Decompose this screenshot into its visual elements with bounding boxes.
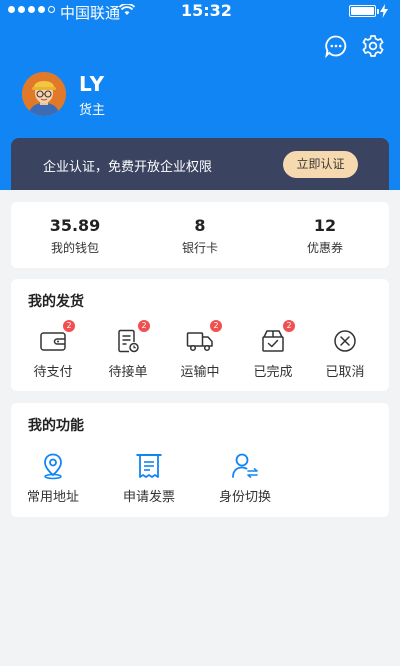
shipment-label: 运输中 xyxy=(180,365,220,380)
functions-title: 我的功能 xyxy=(28,418,84,434)
wallet-value: 35.89 xyxy=(49,216,101,235)
notification-badge: 2 xyxy=(210,320,222,332)
switch-user-icon xyxy=(232,453,258,478)
coupon-stat[interactable]: 12 优惠券 xyxy=(275,216,375,256)
settings-icon[interactable] xyxy=(361,34,385,58)
pending-payment-item[interactable]: 2 待支付 xyxy=(21,320,85,380)
shipments-title: 我的发货 xyxy=(28,294,84,310)
carrier-name: 中国联通 xyxy=(60,4,121,22)
clock: 15:32 xyxy=(181,1,232,20)
certification-text: 企业认证，免费开放企业权限 xyxy=(43,160,213,175)
bank-card-stat[interactable]: 8 银行卡 xyxy=(150,216,250,256)
truck-icon xyxy=(186,332,213,352)
notification-badge: 2 xyxy=(138,320,150,332)
box-check-icon xyxy=(262,330,284,352)
my-functions-card: 我的功能 常用地址 申请发票 身份切换 xyxy=(11,403,389,517)
wallet-label: 我的钱包 xyxy=(50,241,99,255)
wallet-summary-card: 35.89 我的钱包 8 银行卡 12 优惠券 xyxy=(11,202,389,268)
function-label: 常用地址 xyxy=(26,490,79,505)
bank-card-value: 8 xyxy=(194,216,206,235)
username: LY xyxy=(79,72,106,96)
cancelled-item[interactable]: 已取消 xyxy=(313,329,377,380)
shipment-label: 待接单 xyxy=(108,365,148,380)
request-invoice-item[interactable]: 申请发票 xyxy=(109,452,189,505)
notification-badge: 2 xyxy=(283,320,295,332)
signal-strength-icon xyxy=(8,6,55,13)
coupon-label: 优惠券 xyxy=(306,241,343,255)
shipment-label: 已取消 xyxy=(325,365,365,380)
location-pin-icon xyxy=(44,453,62,480)
user-role: 货主 xyxy=(79,103,106,118)
certify-now-button[interactable]: 立即认证 xyxy=(283,151,358,178)
shipment-label: 已完成 xyxy=(253,365,293,380)
order-list-icon xyxy=(118,329,139,353)
my-shipments-card: 我的发货 2 待支付 2 待接单 2 运输中 2 已完成 已取消 xyxy=(11,279,389,391)
certification-banner: 企业认证，免费开放企业权限 立即认证 xyxy=(11,138,389,190)
bank-card-label: 银行卡 xyxy=(181,241,218,255)
completed-item[interactable]: 2 已完成 xyxy=(241,320,305,380)
battery-icon xyxy=(349,5,379,17)
pending-accept-item[interactable]: 2 待接单 xyxy=(96,320,160,380)
message-icon[interactable] xyxy=(324,34,348,58)
switch-identity-item[interactable]: 身份切换 xyxy=(205,452,285,505)
function-label: 身份切换 xyxy=(218,490,271,505)
wallet-icon xyxy=(40,332,66,351)
status-bar: 中国联通 15:32 xyxy=(0,0,400,24)
charging-icon xyxy=(380,4,388,18)
in-transit-item[interactable]: 2 运输中 xyxy=(168,320,232,380)
cancel-circle-icon xyxy=(334,330,356,352)
invoice-icon xyxy=(136,454,162,478)
avatar-illustration xyxy=(22,72,66,116)
shipment-label: 待支付 xyxy=(33,365,73,380)
function-label: 申请发票 xyxy=(122,490,175,505)
avatar[interactable] xyxy=(22,72,66,116)
common-address-item[interactable]: 常用地址 xyxy=(13,452,93,505)
notification-badge: 2 xyxy=(63,320,75,332)
wallet-stat[interactable]: 35.89 我的钱包 xyxy=(25,216,125,256)
wifi-icon xyxy=(119,4,135,15)
coupon-value: 12 xyxy=(313,216,337,235)
